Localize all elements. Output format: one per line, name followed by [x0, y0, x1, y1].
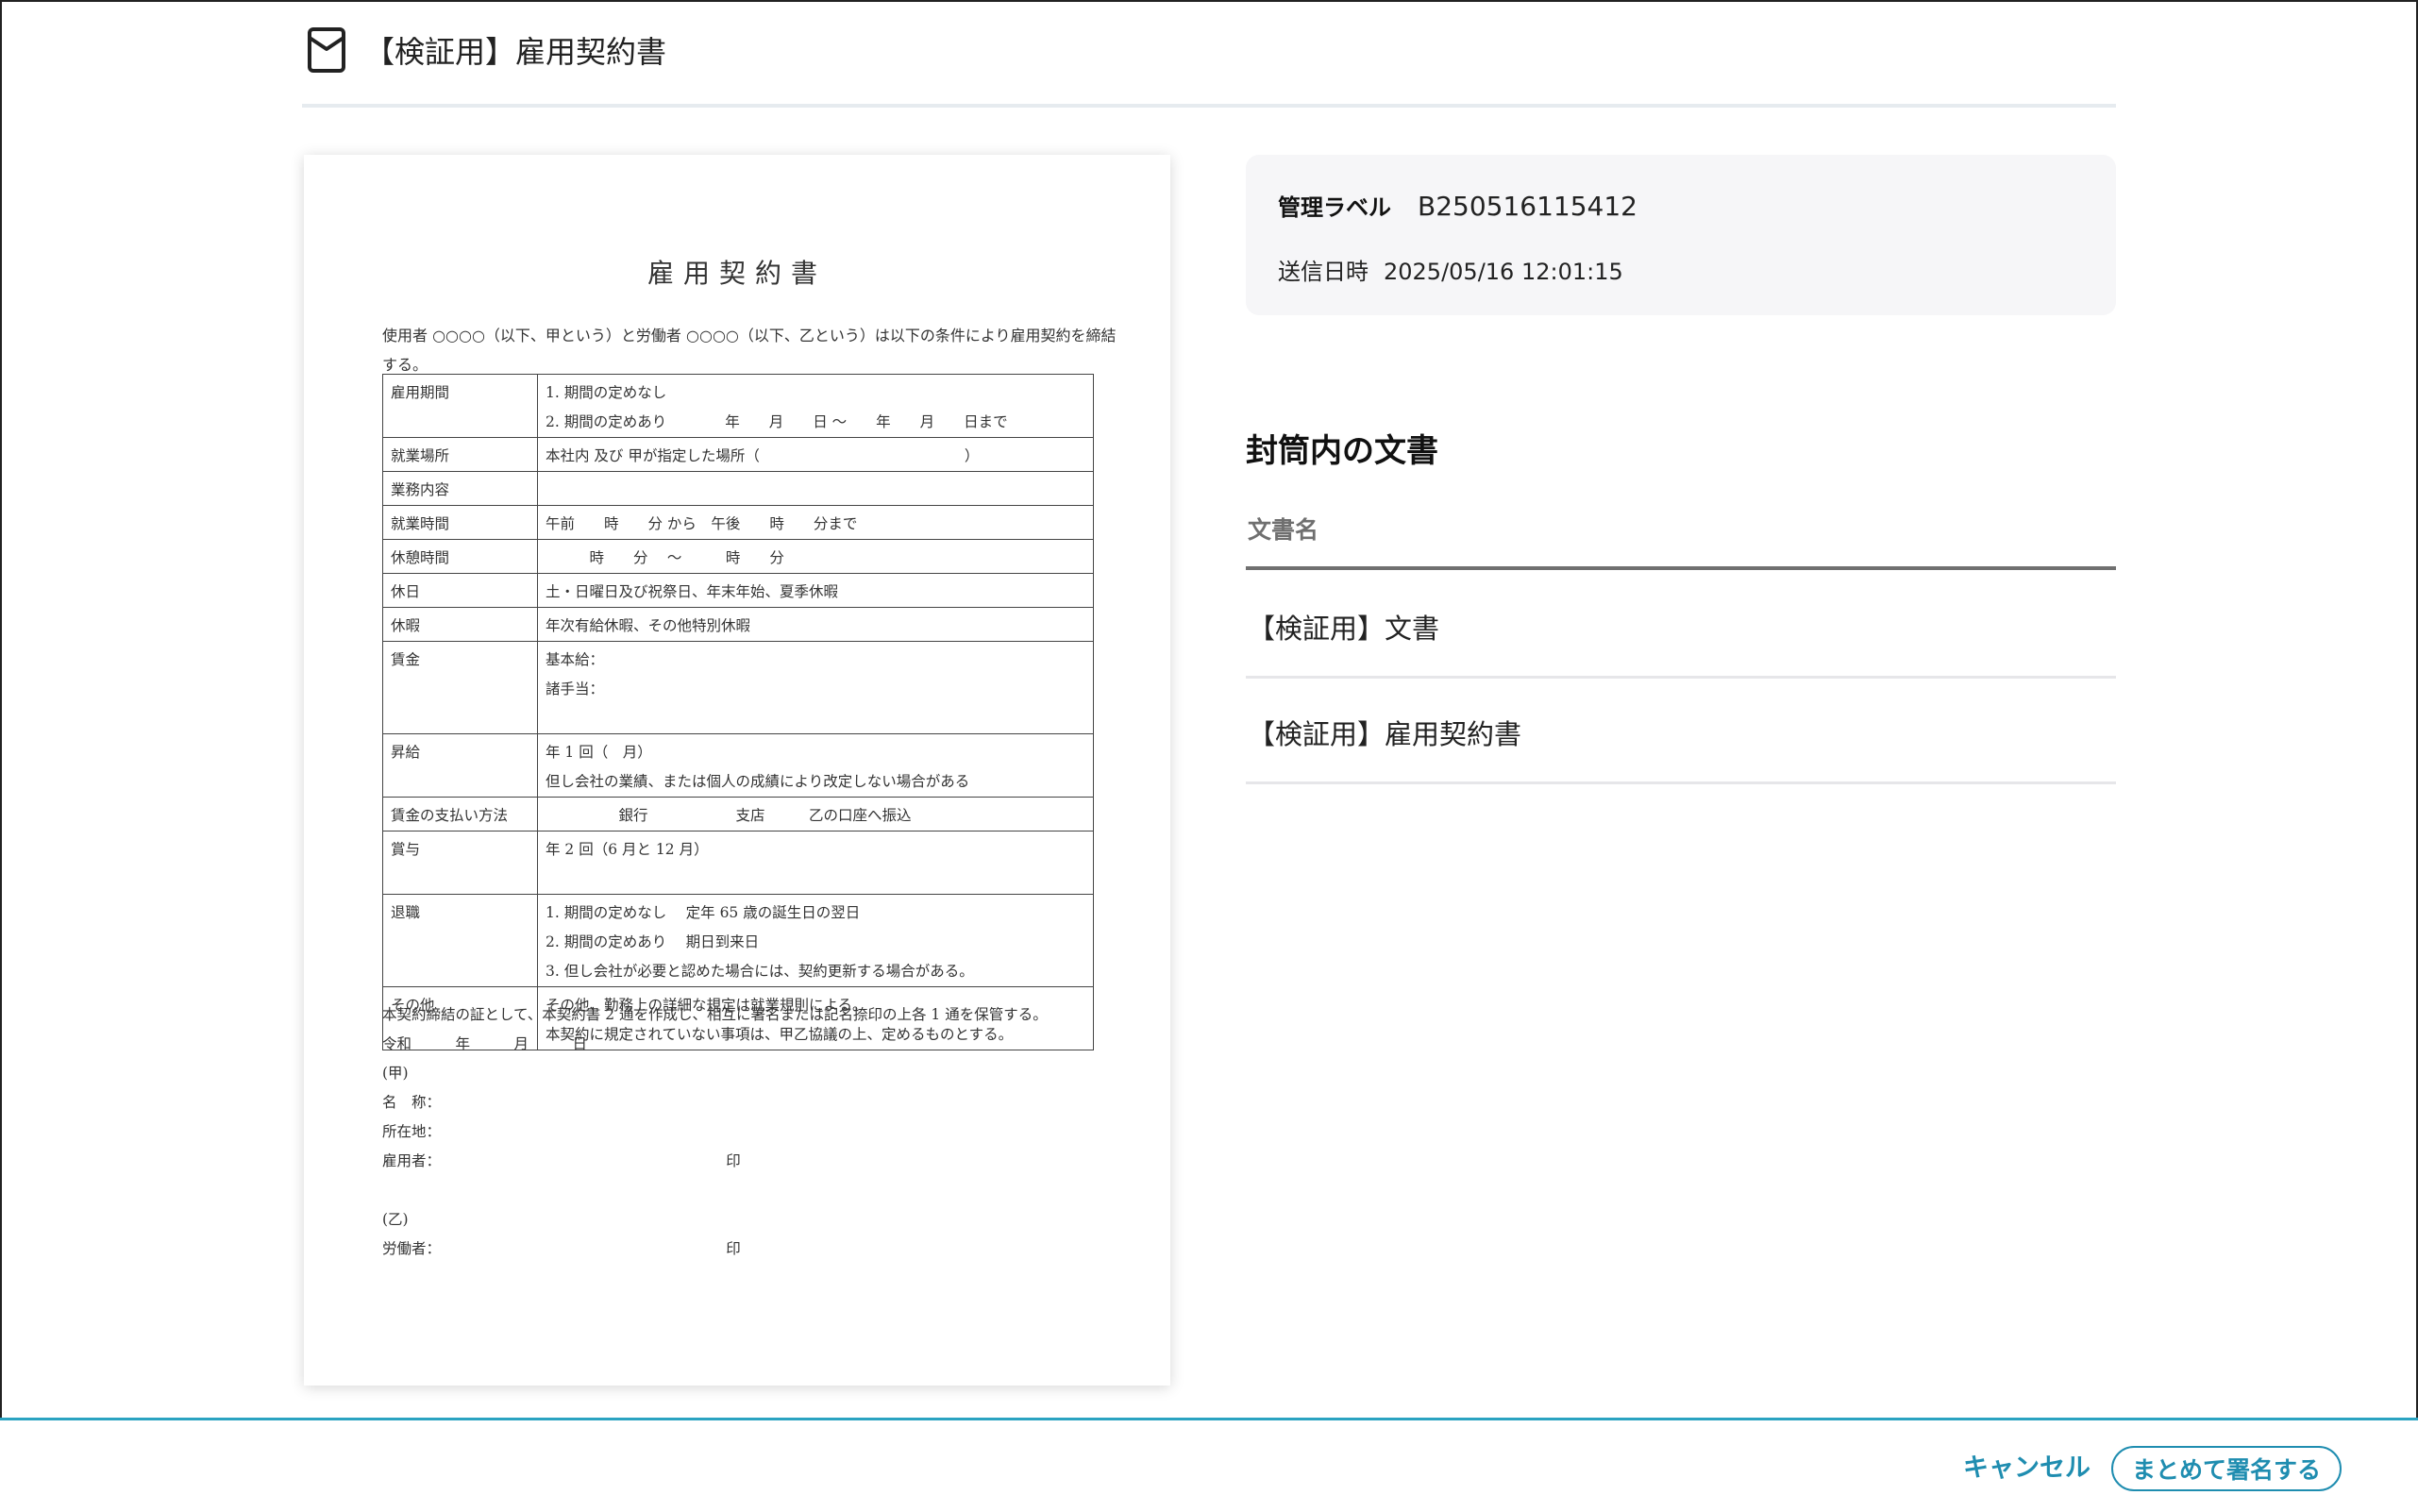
footer-line: 労働者： 印: [382, 1240, 741, 1257]
document-name: 【検証用】雇用契約書: [1248, 718, 1522, 750]
table-row: 賞与年 2 回（6 月と 12 月）: [382, 831, 1094, 895]
table-cell-line: 但し会社の業績、または個人の成績により改定しない場合がある: [546, 773, 970, 790]
document-name: 【検証用】文書: [1248, 613, 1440, 645]
page-header: 【検証用】雇用契約書: [302, 0, 2116, 108]
sent-at-row: 送信日時 2025/05/16 12:01:15: [1278, 253, 1623, 286]
table-row: 休日 土・日曜日及び祝祭日、年末年始、夏季休暇: [382, 573, 1094, 608]
contract-table: 雇用期間 1. 期間の定めなし 2. 期間の定めあり 年 月 日 ～ 年 月 日まで…: [382, 374, 1094, 1050]
table-row-label: 雇用期間: [382, 374, 538, 438]
table-row-value: 1. 期間の定めなし 2. 期間の定めあり 年 月 日 ～ 年 月 日まで: [537, 374, 1094, 438]
table-row: 業務内容: [382, 471, 1094, 506]
sign-all-button[interactable]: まとめて署名する: [2111, 1446, 2342, 1491]
table-row-value: 年次有給休暇、その他特別休暇: [537, 607, 1094, 642]
table-row-value: 銀行 支店 乙の口座へ振込: [537, 797, 1094, 832]
table-row-value: 本社内 及び 甲が指定した場所（ ）: [537, 437, 1094, 472]
table-cell-line: 土・日曜日及び祝祭日、年末年始、夏季休暇: [546, 583, 839, 600]
management-label-title: 管理ラベル: [1278, 194, 1391, 221]
column-header-label: 文書名: [1248, 516, 1319, 544]
table-row-value: 土・日曜日及び祝祭日、年末年始、夏季休暇: [537, 573, 1094, 608]
management-label-value: B250516115412: [1418, 191, 1637, 222]
table-cell-line: [546, 704, 1085, 733]
table-cell-line: 本社内 及び 甲が指定した場所（ ）: [546, 447, 980, 464]
table-row: 就業時間 午前 時 分 から 午後 時 分まで: [382, 505, 1094, 540]
table-cell-line: 2. 期間の定めあり 年 月 日 ～ 年 月 日まで: [546, 413, 1008, 430]
management-label-row: 管理ラベル B250516115412: [1278, 189, 1637, 222]
table-cell-line: 基本給：: [546, 651, 605, 668]
footer-line: 名 称：: [382, 1094, 442, 1111]
footer-line: 本契約締結の証として、本契約書 2 通を作成し、相互に署名または記名捺印の上各 …: [382, 1006, 1048, 1023]
table-row-value: 基本給： 諸手当：: [537, 641, 1094, 734]
table-row-label: 休日: [382, 573, 538, 608]
table-cell-line: [546, 476, 1085, 505]
list-item[interactable]: 【検証用】雇用契約書: [1246, 679, 2116, 784]
footer-line: (甲): [382, 1065, 409, 1082]
table-row: 休憩時間 時 分 ～ 時 分: [382, 539, 1094, 574]
document-title: 雇用契約書: [646, 258, 827, 289]
footer-line: 雇用者： 印: [382, 1152, 741, 1169]
table-cell-line: [546, 865, 1085, 894]
table-row-value: 年 2 回（6 月と 12 月）: [537, 831, 1094, 895]
action-footer: キャンセル まとめて署名する: [0, 1418, 2418, 1512]
table-cell-line: 2. 期間の定めあり 期日到来日: [546, 933, 760, 950]
table-row-label: 昇給: [382, 733, 538, 798]
table-cell-line: 午前 時 分 から 午後 時 分まで: [546, 515, 858, 532]
table-row-label: 賞与: [382, 831, 538, 895]
table-row-label: 休憩時間: [382, 539, 538, 574]
list-item[interactable]: 【検証用】文書: [1246, 573, 2116, 679]
table-row-label: 業務内容: [382, 471, 538, 506]
table-cell-line: 年 1 回（ 月）: [546, 744, 652, 761]
table-cell-line: 時 分 ～ 時 分: [546, 549, 784, 566]
cancel-button[interactable]: キャンセル: [1963, 1447, 2091, 1484]
table-row: 休暇 年次有給休暇、その他特別休暇: [382, 607, 1094, 642]
footer-line: [382, 1176, 1118, 1205]
footer-line: (乙): [382, 1211, 409, 1228]
table-cell-line: 諸手当：: [546, 680, 605, 697]
table-cell-line: 年次有給休暇、その他特別休暇: [546, 617, 751, 634]
table-row: 退職 1. 期間の定めなし 定年 65 歳の誕生日の翌日 2. 期間の定めあり 期日…: [382, 894, 1094, 987]
table-row-value: [537, 471, 1094, 506]
footer-line: 所在地：: [382, 1123, 442, 1140]
table-cell-line: 年 2 回（6 月と 12 月）: [546, 841, 709, 858]
sent-at-title: 送信日時: [1278, 259, 1369, 285]
document-preview[interactable]: 雇用契約書 使用者 ○○○○（以下、甲という）と労働者 ○○○○（以下、乙という…: [304, 155, 1170, 1386]
table-cell-line: 銀行 支店 乙の口座へ振込: [546, 807, 912, 824]
envelope-documents-title: 封筒内の文書: [1246, 432, 1438, 470]
table-row-label: 就業時間: [382, 505, 538, 540]
table-row-value: 年 1 回（ 月） 但し会社の業績、または個人の成績により改定しない場合がある: [537, 733, 1094, 798]
table-row-value: 1. 期間の定めなし 定年 65 歳の誕生日の翌日 2. 期間の定めあり 期日到来…: [537, 894, 1094, 987]
document-footer: 本契約締結の証として、本契約書 2 通を作成し、相互に署名または記名捺印の上各 …: [382, 1000, 1118, 1264]
table-row: 賃金 基本給： 諸手当：: [382, 641, 1094, 734]
table-row-label: 退職: [382, 894, 538, 987]
page-title: 【検証用】雇用契約書: [364, 34, 667, 70]
table-row-value: 午前 時 分 から 午後 時 分まで: [537, 505, 1094, 540]
document-intro: 使用者 ○○○○（以下、甲という）と労働者 ○○○○（以下、乙という）は以下の条…: [382, 327, 1117, 374]
sent-at-value: 2025/05/16 12:01:15: [1384, 259, 1623, 285]
table-row: 賃金の支払い方法 銀行 支店 乙の口座へ振込: [382, 797, 1094, 832]
table-row: 就業場所 本社内 及び 甲が指定した場所（ ）: [382, 437, 1094, 472]
table-row-label: 休暇: [382, 607, 538, 642]
table-row-label: 賃金の支払い方法: [382, 797, 538, 832]
table-row-value: 時 分 ～ 時 分: [537, 539, 1094, 574]
table-row-label: 就業場所: [382, 437, 538, 472]
table-row: 雇用期間 1. 期間の定めなし 2. 期間の定めあり 年 月 日 ～ 年 月 日まで: [382, 374, 1094, 438]
document-name-column-header: 文書名: [1246, 510, 2116, 570]
table-cell-line: 1. 期間の定めなし: [546, 384, 667, 401]
table-row: 昇給年 1 回（ 月） 但し会社の業績、または個人の成績により改定しない場合がある: [382, 733, 1094, 798]
table-cell-line: 3. 但し会社が必要と認めた場合には、契約更新する場合がある。: [546, 963, 974, 980]
footer-line: 令和 年 月 日: [382, 1035, 588, 1052]
table-cell-line: 1. 期間の定めなし 定年 65 歳の誕生日の翌日: [546, 904, 861, 921]
envelope-icon: [307, 26, 346, 74]
table-row-label: 賃金: [382, 641, 538, 734]
envelope-info-box: 管理ラベル B250516115412 送信日時 2025/05/16 12:01:…: [1246, 155, 2116, 315]
